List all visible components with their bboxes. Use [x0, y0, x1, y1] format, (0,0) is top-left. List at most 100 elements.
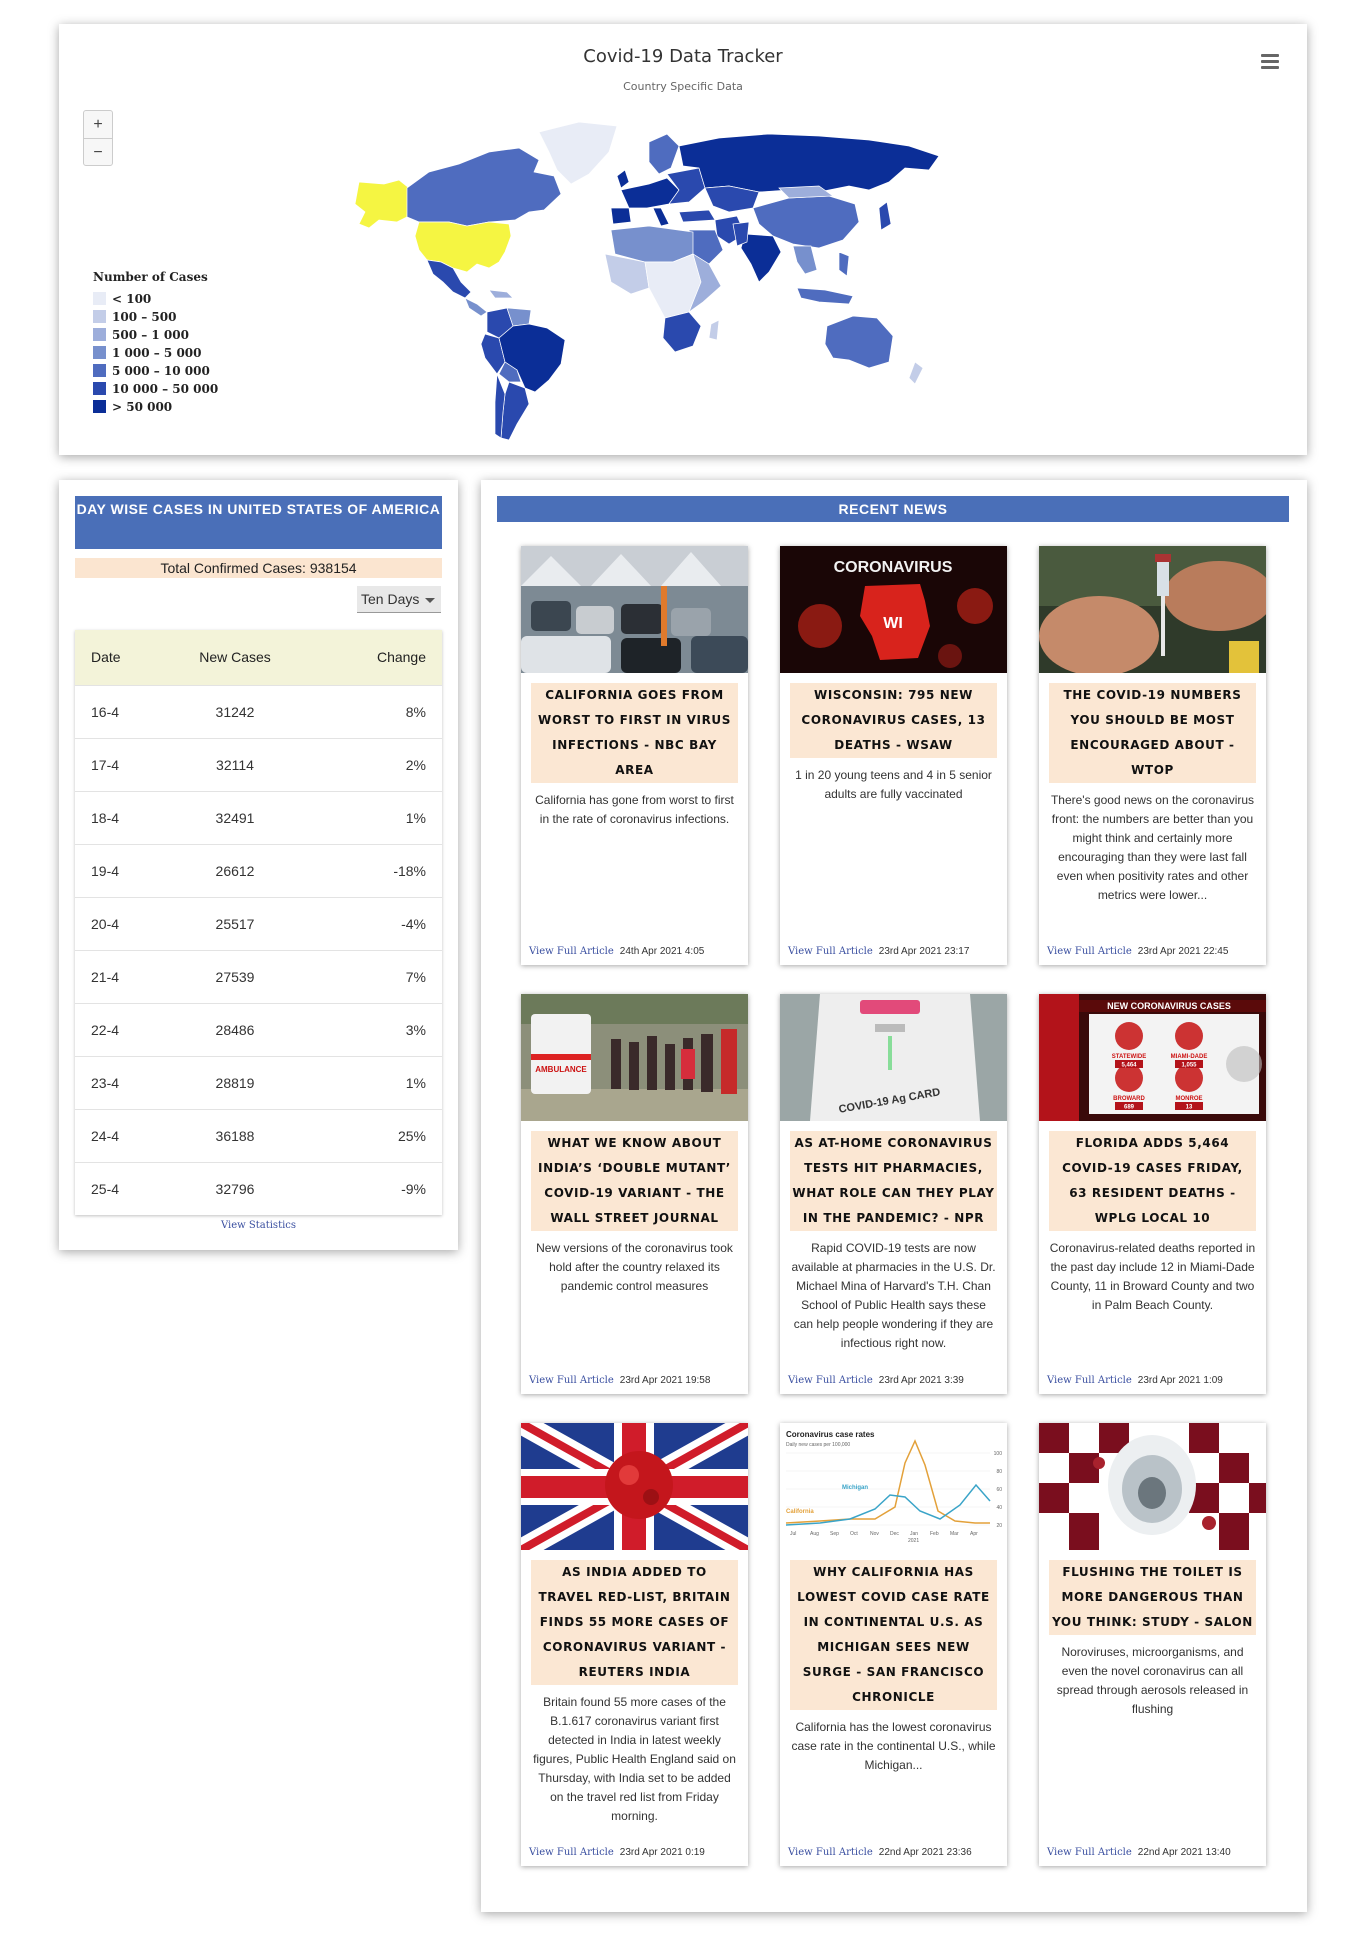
- coronavirus-wi-image[interactable]: CORONAVIRUS WI: [780, 546, 1007, 673]
- article-date: 22nd Apr 2021 23:36: [878, 1847, 972, 1858]
- date-cell: 16-4: [75, 684, 165, 738]
- day-wise-cases-card: Day wise cases in United States of Ameri…: [59, 480, 458, 1250]
- zoom-in-button[interactable]: +: [84, 111, 112, 138]
- table-row: 22-4 28486 3%: [75, 1002, 442, 1056]
- legend-item: > 50 000: [93, 398, 218, 416]
- view-full-article-link[interactable]: View Full Article: [529, 1847, 614, 1858]
- country-spain: [610, 207, 632, 225]
- toilet-virus-image[interactable]: [1039, 1423, 1266, 1550]
- date-cell: 19-4: [75, 843, 165, 897]
- change-cell: -4%: [305, 896, 442, 950]
- country-indonesia: [796, 287, 854, 305]
- news-article[interactable]: AMBULANCE What We Know About India’s ‘Do…: [521, 994, 748, 1394]
- country-italy: [652, 207, 670, 227]
- news-article[interactable]: Coronavirus case rates Daily new cases p…: [780, 1423, 1007, 1866]
- svg-text:40: 40: [996, 1505, 1002, 1511]
- total-confirmed-cases: Total Confirmed Cases: 938154: [75, 558, 442, 578]
- new-cases-cell: 26612: [165, 843, 305, 897]
- view-full-article-link[interactable]: View Full Article: [788, 1375, 873, 1386]
- new-cases-cell: 32491: [165, 790, 305, 844]
- change-cell: 25%: [305, 1108, 442, 1162]
- view-full-article-link[interactable]: View Full Article: [1047, 1847, 1132, 1858]
- florida-cases-graphic-image[interactable]: NEW CORONAVIRUS CASES STATEWIDE MIAMI-DA…: [1039, 994, 1266, 1121]
- union-jack-virus-image[interactable]: [521, 1423, 748, 1550]
- view-full-article-link[interactable]: View Full Article: [1047, 1375, 1132, 1386]
- change-cell: -18%: [305, 843, 442, 897]
- new-cases-cell: 28819: [165, 1055, 305, 1109]
- date-cell: 23-4: [75, 1055, 165, 1109]
- svg-text:California: California: [786, 1509, 814, 1515]
- antigen-test-card-image[interactable]: COVID-19 Ag CARD: [780, 994, 1007, 1121]
- svg-text:13: 13: [1186, 1105, 1193, 1111]
- article-description: Noroviruses, microorganisms, and even th…: [1056, 1645, 1249, 1716]
- ambulance-queue-image[interactable]: AMBULANCE: [521, 994, 748, 1121]
- table-row: 18-4 32491 1%: [75, 790, 442, 844]
- article-headline: As India added to travel red-list, Brita…: [531, 1560, 738, 1685]
- column-header-new-cases[interactable]: New Cases: [165, 630, 305, 685]
- view-full-article-link[interactable]: View Full Article: [788, 946, 873, 957]
- article-headline: Florida adds 5,464 COVID-19 cases Friday…: [1049, 1131, 1256, 1231]
- map-legend: Number of Cases < 100 100 – 500 500 – 1 …: [93, 270, 218, 416]
- news-article[interactable]: NEW CORONAVIRUS CASES STATEWIDE MIAMI-DA…: [1039, 994, 1266, 1394]
- cases-table: Date New Cases Change 16-4 31242 8% 17-4 32…: [75, 630, 442, 1215]
- svg-text:STATEWIDE: STATEWIDE: [1112, 1054, 1146, 1060]
- date-cell: 17-4: [75, 737, 165, 791]
- news-article[interactable]: California goes from worst to first in v…: [521, 546, 748, 965]
- zoom-out-button[interactable]: −: [84, 138, 112, 165]
- article-description: Rapid COVID-19 tests are now available a…: [791, 1241, 996, 1350]
- news-article[interactable]: Flushing the toilet is more dangerous th…: [1039, 1423, 1266, 1866]
- date-cell: 22-4: [75, 1002, 165, 1056]
- date-cell: 18-4: [75, 790, 165, 844]
- recent-news-card: Recent News California goes from worst t…: [481, 480, 1307, 1912]
- article-description: California has the lowest coronavirus ca…: [791, 1720, 996, 1772]
- country-south-africa: [662, 311, 702, 353]
- vaccine-syringe-image[interactable]: [1039, 546, 1266, 673]
- view-full-article-link[interactable]: View Full Article: [1047, 946, 1132, 957]
- article-description: New versions of the coronavirus took hol…: [536, 1241, 733, 1293]
- news-article[interactable]: CORONAVIRUS WI Wisconsin: 795 New Corona…: [780, 546, 1007, 965]
- hamburger-icon[interactable]: [1261, 54, 1279, 69]
- case-rate-chart-image[interactable]: Coronavirus case rates Daily new cases p…: [780, 1423, 1007, 1550]
- new-cases-cell: 32796: [165, 1161, 305, 1215]
- column-header-date[interactable]: Date: [75, 630, 165, 685]
- country-japan: [878, 201, 892, 231]
- svg-text:60: 60: [996, 1487, 1002, 1493]
- svg-text:100: 100: [994, 1451, 1003, 1457]
- country-scandinavia: [648, 133, 680, 175]
- article-headline: Wisconsin: 795 New Coronavirus Cases, 13…: [790, 683, 997, 758]
- world-map[interactable]: [349, 112, 1029, 442]
- article-headline: What We Know About India’s ‘Double Mutan…: [531, 1131, 738, 1231]
- news-article[interactable]: As India added to travel red-list, Brita…: [521, 1423, 748, 1866]
- country-philippines: [838, 251, 850, 277]
- svg-text:WI: WI: [883, 615, 903, 632]
- column-header-change[interactable]: Change: [305, 630, 442, 685]
- zoom-control: + −: [83, 110, 113, 166]
- article-footer: View Full Article 22nd Apr 2021 13:40: [1047, 1847, 1231, 1858]
- table-row: 20-4 25517 -4%: [75, 896, 442, 950]
- svg-text:Jan: Jan: [910, 1531, 918, 1537]
- change-cell: 2%: [305, 737, 442, 791]
- svg-text:80: 80: [996, 1469, 1002, 1475]
- view-statistics-link[interactable]: View Statistics: [59, 1220, 458, 1231]
- country-north-africa: [610, 225, 694, 263]
- view-full-article-link[interactable]: View Full Article: [529, 946, 614, 957]
- news-article[interactable]: COVID-19 Ag CARD As at-home coronavirus …: [780, 994, 1007, 1394]
- change-cell: 1%: [305, 790, 442, 844]
- view-full-article-link[interactable]: View Full Article: [788, 1847, 873, 1858]
- range-select[interactable]: Ten Days: [357, 586, 441, 613]
- country-australia: [824, 315, 894, 369]
- new-cases-cell: 31242: [165, 684, 305, 738]
- legend-swatch: [93, 310, 106, 323]
- svg-text:Michigan: Michigan: [842, 1485, 868, 1491]
- article-footer: View Full Article 23rd Apr 2021 1:09: [1047, 1375, 1223, 1386]
- cases-header: Day wise cases in United States of Ameri…: [75, 496, 442, 549]
- legend-swatch: [93, 346, 106, 359]
- country-uk: [616, 169, 630, 189]
- change-cell: 7%: [305, 949, 442, 1003]
- country-canada: [406, 147, 562, 227]
- news-article[interactable]: The COVID-19 numbers you should be most …: [1039, 546, 1266, 965]
- table-row: 19-4 26612 -18%: [75, 843, 442, 897]
- cars-testing-image[interactable]: [521, 546, 748, 673]
- view-full-article-link[interactable]: View Full Article: [529, 1375, 614, 1386]
- svg-text:Aug: Aug: [810, 1531, 819, 1537]
